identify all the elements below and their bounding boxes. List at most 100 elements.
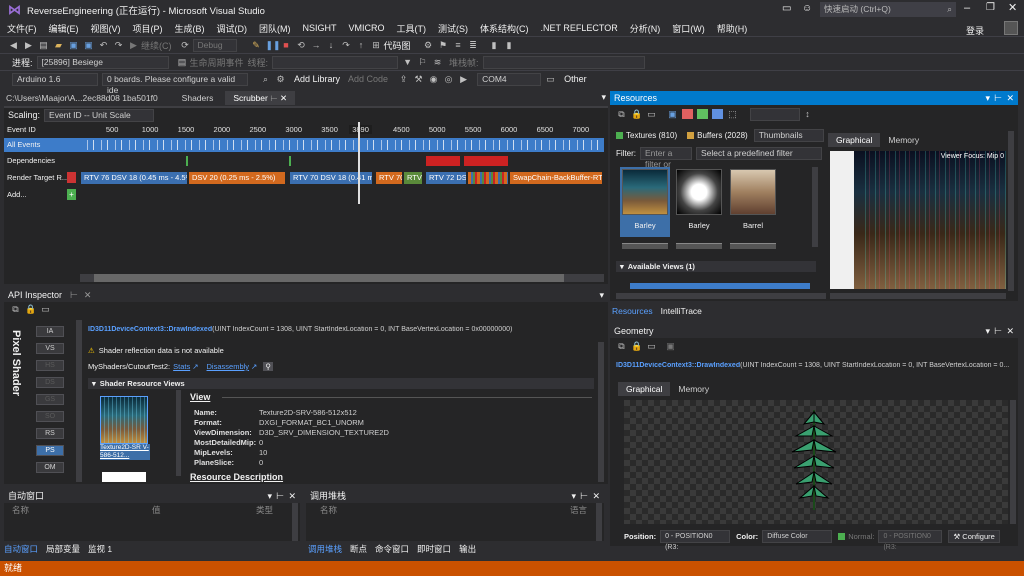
tab-watch[interactable]: 监视 1: [88, 543, 112, 555]
comment-icon[interactable]: ≡: [453, 40, 464, 50]
dropdown-icon[interactable]: ▾: [985, 91, 990, 105]
tab-memory[interactable]: Memory: [670, 382, 717, 396]
tab-graphical[interactable]: Graphical: [618, 382, 671, 396]
tag-icon[interactable]: ⚲: [263, 362, 273, 371]
vertical-scrollbar[interactable]: [598, 342, 604, 482]
save-icon[interactable]: ▣: [68, 40, 79, 50]
undo-icon[interactable]: ↶: [98, 40, 109, 50]
settings-icon[interactable]: ⚙: [275, 74, 286, 84]
tab-overflow-icon[interactable]: ▾: [601, 92, 606, 103]
stack-dropdown[interactable]: [482, 55, 645, 69]
thumb-scrollbar[interactable]: [812, 167, 818, 247]
tab-autos[interactable]: 自动窗口: [4, 543, 38, 555]
pin-icon[interactable]: ⊢: [270, 93, 277, 103]
notification-icon[interactable]: ▭: [782, 3, 791, 14]
mip-dropdown[interactable]: [750, 107, 800, 121]
resource-thumbnail[interactable]: Barley: [620, 167, 670, 237]
collapse-icon[interactable]: ▾: [620, 262, 624, 271]
menu-item[interactable]: 分析(N): [630, 22, 661, 35]
texture-thumbnail-2[interactable]: [102, 472, 146, 482]
pin-icon[interactable]: ⊢: [70, 288, 78, 302]
resource-thumbnail[interactable]: Barrel: [728, 167, 778, 237]
menu-item[interactable]: 生成(B): [175, 22, 205, 35]
close-panel-icon[interactable]: ✕: [84, 288, 92, 302]
uncomment-icon[interactable]: ≣: [468, 40, 479, 50]
stop-build-icon[interactable]: ◉: [428, 74, 439, 84]
dropdown-icon[interactable]: ▾: [985, 324, 990, 338]
save-icon[interactable]: ▣: [665, 341, 676, 351]
props-scrollbar[interactable]: [176, 390, 181, 476]
menu-item[interactable]: .NET REFLECTOR: [541, 23, 618, 33]
search-board-icon[interactable]: ⌕: [260, 74, 271, 84]
lifecycle-icon[interactable]: ▤: [177, 57, 188, 67]
account-icon[interactable]: [1004, 21, 1018, 35]
buffers-label[interactable]: Buffers (2028): [697, 131, 748, 140]
tab-immediate[interactable]: 即时窗口: [417, 543, 451, 555]
thread-dropdown[interactable]: [272, 55, 399, 69]
draw-call-name[interactable]: ID3D11DeviceContext3::DrawIndexed: [88, 326, 212, 333]
continue-icon[interactable]: ▶: [128, 40, 139, 50]
stage-vs-button[interactable]: VS: [36, 343, 64, 354]
menu-item[interactable]: 视图(V): [91, 22, 121, 35]
redo-icon[interactable]: ↷: [113, 40, 124, 50]
textures-label[interactable]: Textures (810): [626, 131, 677, 140]
process-dropdown[interactable]: [25896] Besiege: [36, 55, 169, 69]
blue-channel-icon[interactable]: [712, 109, 723, 119]
menu-item[interactable]: 测试(S): [438, 22, 468, 35]
diagnostics-icon[interactable]: ⚙: [423, 40, 434, 50]
save-all-icon[interactable]: ▣: [83, 40, 94, 50]
timeline-ruler[interactable]: 500 1000 1500 2000 2500 3000 3500 3890 4500 5000 5…: [80, 125, 604, 137]
config-dropdown[interactable]: Debug: [192, 38, 237, 52]
tab-output[interactable]: 输出: [459, 543, 476, 555]
predefined-filter-dropdown[interactable]: Select a predefined filter: [696, 147, 822, 160]
menu-item[interactable]: 工具(T): [397, 22, 427, 35]
pin-icon[interactable]: ⊢: [994, 91, 1002, 105]
minimize-button[interactable]: –: [964, 2, 970, 14]
textures-checkbox[interactable]: [616, 132, 623, 139]
resize-icon[interactable]: ↕: [802, 109, 813, 119]
resource-thumbnail[interactable]: Barley: [674, 167, 724, 237]
refresh-icon[interactable]: ⟳: [180, 40, 191, 50]
restart-icon[interactable]: ⟲: [296, 40, 307, 50]
lock-icon[interactable]: 🔒: [631, 341, 642, 351]
filter-input[interactable]: Enter a filter or: [640, 147, 692, 169]
close-button[interactable]: ✕: [1008, 1, 1017, 14]
bookmark-icon[interactable]: ⚑: [438, 40, 449, 50]
texture-thumbnail[interactable]: [100, 396, 148, 444]
threads-icon[interactable]: ≋: [432, 57, 443, 67]
available-view-item[interactable]: [630, 283, 810, 289]
new-project-icon[interactable]: ▤: [38, 40, 49, 50]
autos-scrollbar[interactable]: [292, 503, 298, 541]
menu-item[interactable]: 文件(F): [7, 22, 37, 35]
stage-om-button[interactable]: OM: [36, 462, 64, 473]
copy-icon[interactable]: ⧉: [616, 341, 627, 351]
normal-checkbox[interactable]: [838, 533, 846, 540]
texture-viewer[interactable]: Viewer Focus: Mip 0: [830, 151, 1006, 289]
flag-icon[interactable]: ⚐: [417, 57, 428, 67]
geometry-scrollbar[interactable]: [1010, 400, 1016, 524]
menu-item[interactable]: 体系结构(C): [480, 22, 529, 35]
resource-thumbnail-partial[interactable]: [676, 243, 722, 249]
tab-resources[interactable]: Resources: [612, 306, 653, 316]
row-add[interactable]: Add... +: [4, 188, 604, 202]
row-all-events[interactable]: All Events: [4, 138, 604, 152]
close-tab-icon[interactable]: ✕: [280, 93, 287, 103]
stage-so-button[interactable]: SO: [36, 411, 64, 422]
step-out-icon[interactable]: ↑: [356, 40, 367, 50]
filter-icon[interactable]: ▼: [402, 57, 413, 67]
codemap-button[interactable]: 代码图: [384, 39, 411, 52]
render-target-flag-icon[interactable]: [67, 172, 76, 183]
color-dropdown[interactable]: Diffuse Color: [762, 530, 833, 543]
upload-icon[interactable]: ⇪: [398, 74, 409, 84]
lock-icon[interactable]: 🔒: [25, 304, 36, 314]
stage-gs-button[interactable]: GS: [36, 394, 64, 405]
red-channel-icon[interactable]: [682, 109, 693, 119]
segment[interactable]: RTV: [404, 172, 422, 184]
disassembly-link[interactable]: Disassembly: [207, 362, 250, 371]
segment[interactable]: RTV 76 DSV 18 (0.45 ms - 4.5%: [81, 172, 187, 184]
menu-item[interactable]: 项目(P): [133, 22, 163, 35]
buffers-checkbox[interactable]: [687, 132, 695, 139]
geometry-call-name[interactable]: ID3D11DeviceContext3::DrawIndexed: [616, 362, 740, 369]
boards-dropdown[interactable]: 0 boards. Please configure a valid ide: [102, 72, 248, 95]
configure-button[interactable]: ⚒ Configure: [948, 530, 1000, 543]
